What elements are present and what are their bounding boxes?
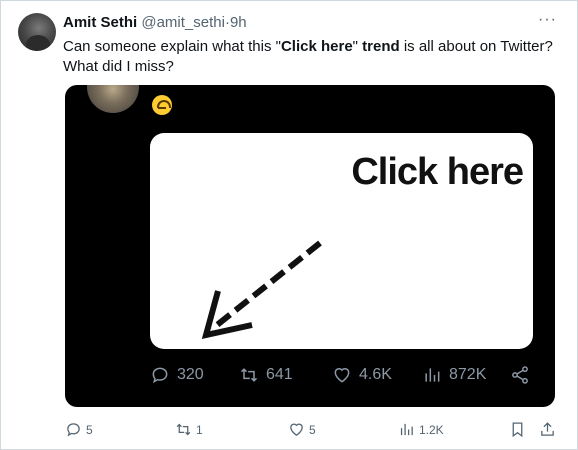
- upside-down-face-icon: [152, 95, 172, 115]
- tweet-text: Can someone explain what this "Click her…: [63, 37, 563, 77]
- heart-icon: [290, 423, 303, 436]
- views-icon: [425, 368, 440, 382]
- post-time[interactable]: 9h: [230, 14, 247, 31]
- reply-button[interactable]: 5: [65, 421, 93, 438]
- more-options-button[interactable]: ···: [538, 11, 557, 29]
- media-like-count: 4.6K: [359, 366, 392, 383]
- tweet-card[interactable]: Amit Sethi @amit_sethi·9h ··· Can someon…: [0, 0, 578, 450]
- media-repost-count: 641: [266, 366, 293, 383]
- tweet-text-part: Can someone explain what this ": [63, 38, 281, 55]
- repost-button[interactable]: 1: [175, 421, 203, 438]
- tweet-text-bold: trend: [362, 38, 400, 55]
- share-icon: [541, 422, 554, 436]
- reply-count: 5: [86, 422, 93, 437]
- share-icon: [512, 366, 528, 384]
- tweet-text-bold: Click here: [280, 38, 353, 55]
- views-count: 1.2K: [419, 422, 444, 437]
- tweet-action-bar: 5 1 5 1.2K: [1, 421, 578, 443]
- media-views-button[interactable]: 872K: [422, 365, 486, 385]
- media-repost-button[interactable]: 641: [239, 365, 293, 385]
- like-count: 5: [309, 422, 316, 437]
- author-avatar[interactable]: [18, 13, 56, 51]
- heart-icon: [334, 368, 350, 383]
- repost-icon: [240, 368, 258, 382]
- click-here-card: Click here: [150, 133, 533, 349]
- media-reply-button[interactable]: 320: [150, 365, 204, 385]
- bookmark-icon: [512, 422, 523, 438]
- reply-icon: [67, 423, 80, 437]
- bookmark-button[interactable]: [509, 421, 526, 438]
- repost-icon: [176, 423, 191, 436]
- repost-count: 1: [196, 422, 203, 437]
- media-reply-count: 320: [177, 366, 204, 383]
- arrow-icon: [201, 240, 322, 339]
- tweet-header: Amit Sethi @amit_sethi·9h: [63, 14, 247, 31]
- reply-icon: [152, 367, 168, 384]
- like-button[interactable]: 5: [288, 421, 316, 438]
- tweet-text-part: ": [352, 38, 363, 55]
- media-share-button[interactable]: [510, 365, 530, 385]
- views-button[interactable]: 1.2K: [398, 421, 444, 438]
- media-avatar: [87, 85, 139, 113]
- card-title: Click here: [351, 151, 524, 193]
- share-button[interactable]: [539, 421, 556, 438]
- embedded-media[interactable]: Click here 320 641 4.6K 872K: [65, 85, 555, 407]
- media-action-bar: 320 641 4.6K 872K: [65, 365, 555, 389]
- media-views-count: 872K: [449, 366, 487, 383]
- views-icon: [400, 423, 413, 436]
- author-handle[interactable]: @amit_sethi: [141, 14, 225, 31]
- media-like-button[interactable]: 4.6K: [332, 365, 392, 385]
- author-name[interactable]: Amit Sethi: [63, 14, 137, 31]
